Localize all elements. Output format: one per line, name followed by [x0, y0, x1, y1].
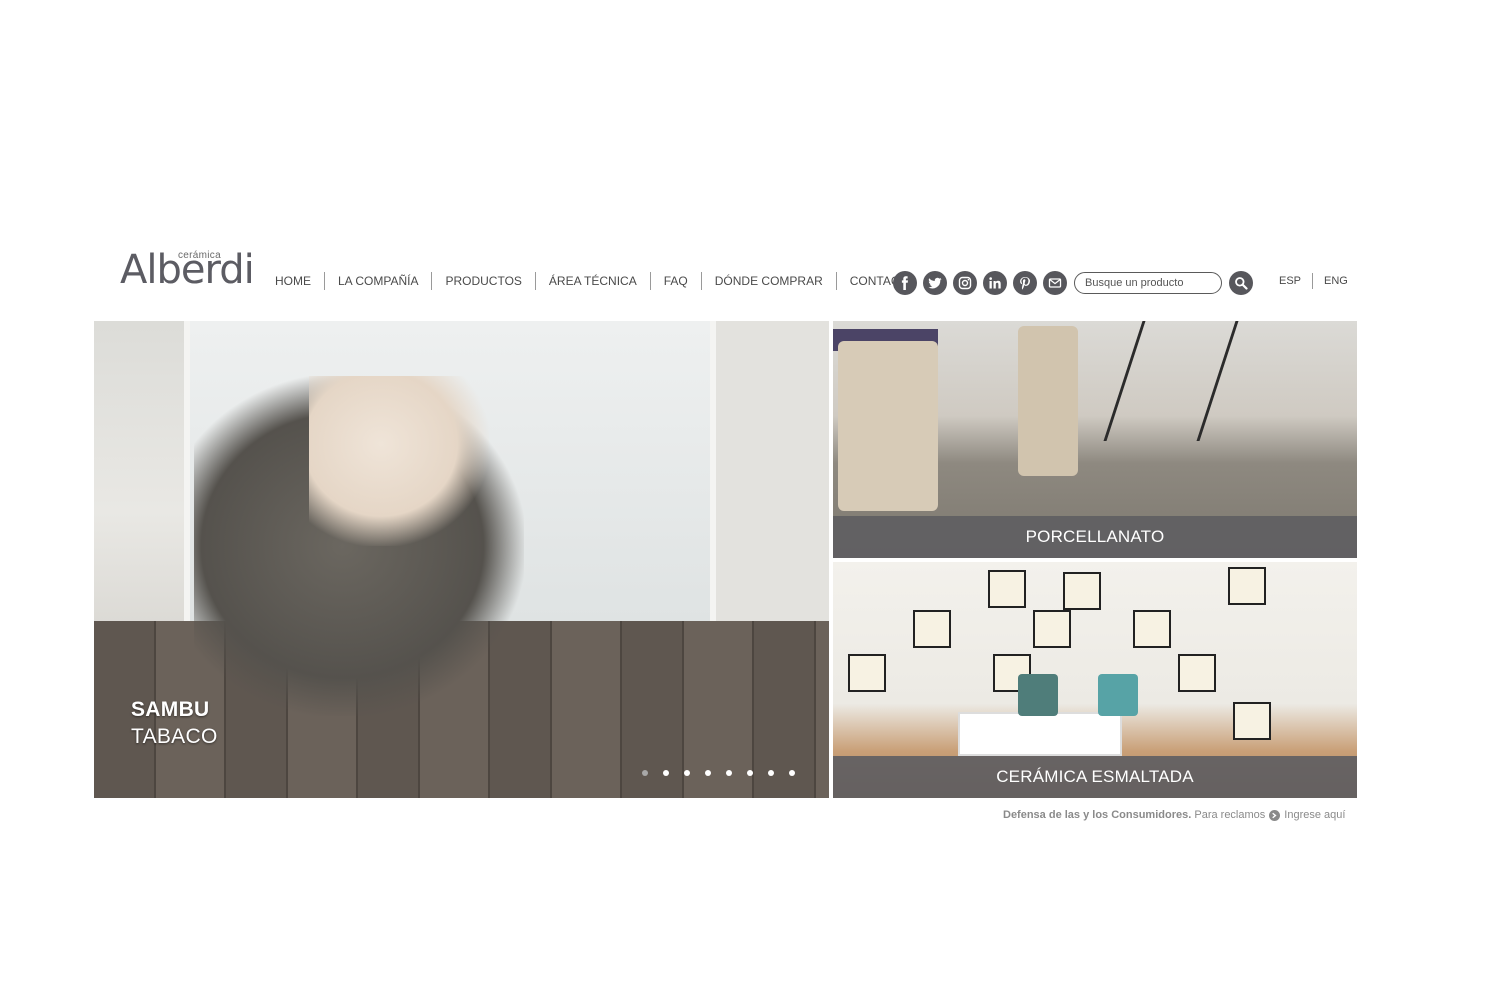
search-button[interactable]	[1229, 271, 1253, 295]
nav-home[interactable]: HOME	[262, 272, 324, 290]
slider-dot[interactable]	[789, 770, 795, 776]
nav-technical-area[interactable]: ÁREA TÉCNICA	[534, 272, 650, 290]
slider-dot[interactable]	[684, 770, 690, 776]
consumer-defense-notice: Defensa de las y los Consumidores. Para …	[1003, 809, 1345, 821]
twitter-icon[interactable]	[923, 271, 947, 295]
hero-title: SAMBU	[131, 698, 210, 721]
tile-photo-sign	[1233, 702, 1271, 740]
pinterest-icon[interactable]	[1013, 271, 1037, 295]
tile-label: CERÁMICA ESMALTADA	[833, 756, 1357, 798]
linkedin-icon[interactable]	[983, 271, 1007, 295]
logo-wordmark: Alberdi	[120, 247, 255, 293]
nav-faq[interactable]: FAQ	[649, 272, 701, 290]
search-icon	[1235, 277, 1248, 290]
logo[interactable]: cerámica Alberdi	[120, 250, 260, 292]
slider-dots	[642, 770, 795, 776]
slider-dot[interactable]	[642, 770, 648, 776]
slider-dot[interactable]	[726, 770, 732, 776]
lang-esp[interactable]: ESP	[1268, 273, 1312, 289]
arrow-right-icon	[1269, 809, 1281, 821]
search-input[interactable]	[1074, 272, 1222, 294]
tile-photo-sign	[913, 610, 951, 648]
hero-slider[interactable]: SAMBU TABACO	[94, 321, 829, 798]
hero-photo-person	[309, 376, 489, 546]
slider-dot[interactable]	[768, 770, 774, 776]
instagram-icon[interactable]	[953, 271, 977, 295]
tile-label: PORCELLANATO	[833, 516, 1357, 558]
social-links	[893, 271, 1067, 295]
tile-photo-sign	[1178, 654, 1216, 692]
tile-photo-tray	[958, 712, 1122, 756]
tile-photo-mug	[1098, 674, 1138, 716]
tile-photo-sign	[848, 654, 886, 692]
tile-photo-chair	[838, 341, 938, 511]
tile-ceramica-esmaltada[interactable]: CERÁMICA ESMALTADA	[833, 562, 1357, 798]
slider-dot[interactable]	[663, 770, 669, 776]
tile-photo-sign	[1133, 610, 1171, 648]
tile-porcellanato[interactable]: PORCELLANATO	[833, 321, 1357, 558]
nav-where-to-buy[interactable]: DÓNDE COMPRAR	[700, 272, 836, 290]
hero-subtitle: TABACO	[131, 725, 218, 748]
mail-icon[interactable]	[1043, 271, 1067, 295]
hero-photo-wall	[704, 321, 829, 621]
consumer-defense-title: Defensa de las y los Consumidores.	[1003, 809, 1192, 821]
slider-dot[interactable]	[705, 770, 711, 776]
main-nav: HOME LA COMPAÑÍA PRODUCTOS ÁREA TÉCNICA …	[262, 271, 929, 291]
language-switcher: ESP ENG	[1268, 273, 1359, 289]
consumer-defense-text: Para reclamos	[1194, 809, 1266, 821]
tile-photo-sign	[1063, 572, 1101, 610]
tile-photo-sign	[1228, 567, 1266, 605]
tile-photo-chair	[1018, 326, 1078, 476]
tile-photo-mug	[1018, 674, 1058, 716]
lang-eng[interactable]: ENG	[1312, 273, 1359, 289]
tile-photo-ladder	[1103, 321, 1239, 441]
slider-dot[interactable]	[747, 770, 753, 776]
facebook-icon[interactable]	[893, 271, 917, 295]
tile-photo-sign	[1033, 610, 1071, 648]
nav-products[interactable]: PRODUCTOS	[431, 272, 534, 290]
nav-company[interactable]: LA COMPAÑÍA	[324, 272, 431, 290]
tile-photo-sign	[988, 570, 1026, 608]
consumer-defense-link[interactable]: Ingrese aquí	[1284, 809, 1345, 821]
